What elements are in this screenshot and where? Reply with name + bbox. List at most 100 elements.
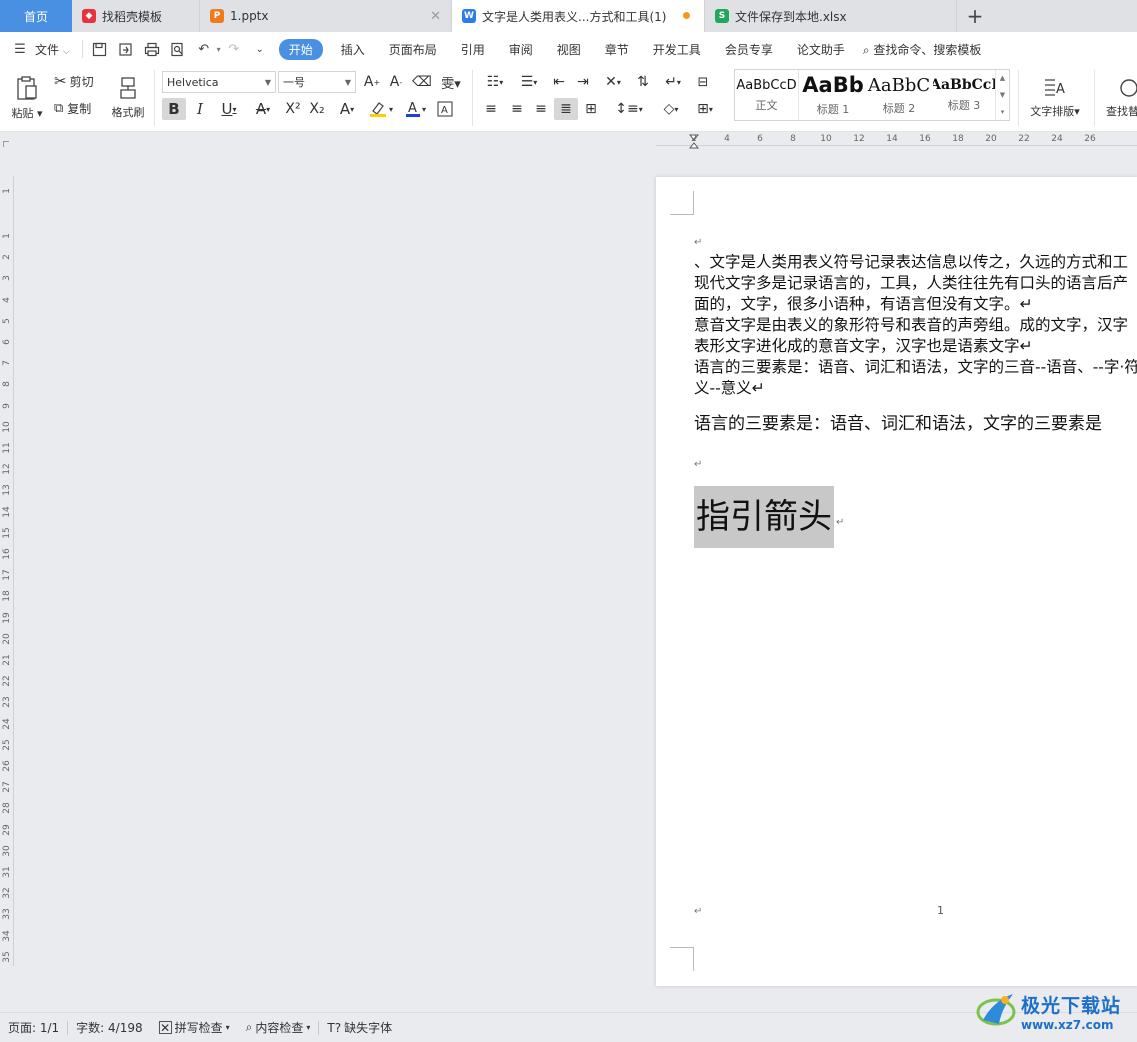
export-icon[interactable] — [116, 39, 136, 59]
body-line[interactable]: 现代文字多是记录语言的，工具，人类往往先有口头的语言后产 — [694, 273, 1128, 294]
ruler-tick-label: 28 — [2, 802, 12, 815]
ruler-tick-label: 17 — [2, 569, 12, 581]
align-right-icon[interactable]: ≡ — [530, 98, 552, 120]
cut-button[interactable]: ✂ 剪切 — [54, 71, 94, 91]
format-painter-button[interactable]: 格式刷 — [108, 70, 148, 126]
body-line[interactable]: 、文字是人类用表义符号记录表达信息以传之，久远的方式和工 — [694, 252, 1128, 273]
align-center-icon[interactable]: ≡ — [506, 98, 528, 120]
horizontal-ruler[interactable]: 2 4 6 8 10 12 14 16 18 20 22 24 26 — [656, 134, 1137, 149]
font-name-select[interactable]: Helvetica ▼ — [162, 71, 276, 93]
shrink-font-icon[interactable]: A- — [386, 72, 406, 92]
page-indicator[interactable]: 页面: 1/1 — [0, 1019, 67, 1036]
site-watermark: 极光下载站 www.xz7.com — [975, 988, 1135, 1034]
character-border-icon[interactable]: A — [434, 98, 456, 120]
style-heading-2[interactable]: AaBbC 标题 2 — [867, 70, 931, 120]
tab-label: 文字是人类用表义...方式和工具(1) — [482, 9, 667, 24]
align-left-icon[interactable]: ≡ — [480, 98, 502, 120]
menu-tab-section[interactable]: 章节 — [593, 41, 641, 58]
align-justify-icon[interactable]: ≣ — [554, 98, 578, 120]
new-tab-button[interactable]: + — [957, 0, 993, 32]
chevron-up-icon[interactable]: ▲ — [1000, 74, 1005, 82]
chevron-down-icon[interactable]: ▼ — [1000, 91, 1005, 99]
menu-tab-thesis-assistant[interactable]: 论文助手 — [785, 41, 857, 58]
tab-docer-templates[interactable]: ◆ 找稻壳模板 — [72, 0, 200, 32]
grow-font-icon[interactable]: A + — [362, 72, 382, 92]
chevron-down-icon[interactable]: ▾ — [217, 45, 221, 54]
copy-button[interactable]: ⧉ 复制 — [54, 98, 91, 118]
undo-icon[interactable]: ↶ — [194, 39, 214, 59]
underline-icon[interactable]: U ▾ — [214, 98, 244, 120]
menu-tab-membership[interactable]: 会员专享 — [713, 41, 785, 58]
phonetic-guide-icon[interactable]: 雯▾ — [436, 72, 466, 92]
find-replace-button[interactable]: 查找替 — [1100, 70, 1137, 126]
menu-tab-page-layout[interactable]: 页面布局 — [377, 41, 449, 58]
body-line[interactable]: 语言的三要素是：语音、词汇和语法，文字的三音--语音、--字·符 — [694, 357, 1137, 378]
subscript-icon[interactable]: X₂ — [306, 98, 328, 120]
menu-tab-review[interactable]: 审阅 — [497, 41, 545, 58]
menu-tab-developer[interactable]: 开发工具 — [641, 41, 713, 58]
word-count[interactable]: 字数: 4/198 — [68, 1019, 150, 1036]
line-spacing-icon[interactable]: ↕≡ ▾ — [612, 98, 646, 120]
tab-xlsx[interactable]: S 文件保存到本地.xlsx — [705, 0, 957, 32]
save-icon[interactable] — [90, 39, 110, 59]
text-effect-icon[interactable]: A ▾ — [332, 98, 362, 120]
numbered-list-icon[interactable]: ☰ ▾ — [514, 72, 544, 92]
superscript-icon[interactable]: X² — [282, 98, 304, 120]
strikethrough-icon[interactable]: A ▾ — [248, 98, 278, 120]
bold-icon[interactable]: B — [162, 98, 186, 120]
tab-stop-selector[interactable] — [3, 141, 9, 147]
document-page[interactable]: ↵ 、文字是人类用表义符号记录表达信息以传之，久远的方式和工 现代文字多是记录语… — [656, 177, 1137, 986]
close-icon[interactable]: ✕ — [430, 9, 441, 24]
print-preview-icon[interactable] — [168, 39, 188, 59]
menu-tab-view[interactable]: 视图 — [545, 41, 593, 58]
borders-icon[interactable]: ⊞ ▾ — [690, 98, 720, 120]
tab-home[interactable]: 首页 — [0, 0, 72, 32]
body-line[interactable]: 表形文字进化成的意音文字，汉字也是语素文字↵ — [694, 336, 1033, 357]
print-icon[interactable] — [142, 39, 162, 59]
style-heading-1[interactable]: AaBb 标题 1 — [801, 70, 865, 120]
table-ruler-icon[interactable]: ⊟ — [692, 72, 714, 92]
vertical-ruler[interactable]: 1 1 2 3 4 5 6 7 8 9 10 11 12 13 14 15 16 17 18 19 20 21 22 23 24… — [0, 176, 14, 966]
sort-icon[interactable]: ⇅ — [632, 72, 654, 92]
style-normal[interactable]: AaBbCcD 正文 — [735, 70, 799, 120]
spell-check-button[interactable]: ✕ 拼写检查 ▾ — [151, 1019, 238, 1036]
tab-document-active[interactable]: W 文字是人类用表义...方式和工具(1) — [452, 0, 705, 32]
menu-file[interactable]: 文件 ⌵ — [33, 41, 78, 58]
menu-tab-references[interactable]: 引用 — [449, 41, 497, 58]
command-search[interactable]: ⌕ 查找命令、搜索模板 — [857, 41, 988, 58]
bullet-list-icon[interactable]: ☷ ▾ — [480, 72, 510, 92]
clear-format-icon[interactable]: ⌫ — [412, 72, 432, 92]
menu-tab-insert[interactable]: 插入 — [329, 41, 377, 58]
selected-heading[interactable]: 指引箭头 — [694, 486, 834, 548]
body-line[interactable]: 义--意义↵ — [694, 378, 765, 399]
highlight-icon[interactable]: ▾ — [366, 98, 396, 120]
hamburger-menu-icon[interactable]: ☰ — [10, 39, 30, 59]
expand-icon[interactable]: ▾ — [1001, 108, 1005, 116]
distributed-align-icon[interactable]: ⊞ — [580, 98, 602, 120]
serif-line[interactable]: 语言的三要素是：语音、词汇和语法，文字的三要素是 — [694, 409, 1102, 434]
body-line[interactable]: 意音文字是由表义的象形符号和表音的声旁组。成的文字，汉字 — [694, 315, 1128, 336]
paste-button[interactable]: 粘贴 ▾ — [8, 70, 46, 126]
content-check-button[interactable]: ⌕ 内容检查 ▾ — [238, 1019, 319, 1036]
decrease-indent-icon[interactable]: ⇤ — [548, 72, 570, 92]
redo-icon[interactable]: ↷ — [224, 39, 244, 59]
font-color-icon[interactable]: A ▾ — [400, 98, 430, 120]
ruler-tick-label: 20 — [2, 633, 12, 645]
ruler-tick-label: 30 — [2, 845, 12, 857]
body-line[interactable]: 面的，文字，很多小语种，有语言但没有文字。↵ — [694, 294, 1033, 315]
increase-indent-icon[interactable]: ⇥ — [572, 72, 594, 92]
text-layout-button[interactable]: A 文字排版▾ — [1024, 70, 1086, 126]
chinese-layout-icon[interactable]: ✕ ▾ — [598, 72, 628, 92]
missing-font-button[interactable]: T? 缺失字体 — [319, 1019, 400, 1036]
style-heading-3[interactable]: AaBbCcI 标题 3 — [933, 70, 995, 120]
customize-toolbar-icon[interactable]: ⌄ — [250, 39, 270, 59]
tab-pptx[interactable]: P 1.pptx ✕ — [200, 0, 452, 32]
menu-tab-home[interactable]: 开始 — [278, 38, 323, 60]
font-size-select[interactable]: 一号 ▼ — [278, 71, 356, 93]
divider — [1018, 70, 1019, 126]
chevron-down-icon: ▼ — [264, 77, 271, 87]
shading-icon[interactable]: ◇ ▾ — [656, 98, 686, 120]
italic-icon[interactable]: I — [190, 98, 210, 120]
show-marks-icon[interactable]: ↵ ▾ — [658, 72, 688, 92]
styles-scroll[interactable]: ▲ ▼ ▾ — [995, 70, 1009, 120]
